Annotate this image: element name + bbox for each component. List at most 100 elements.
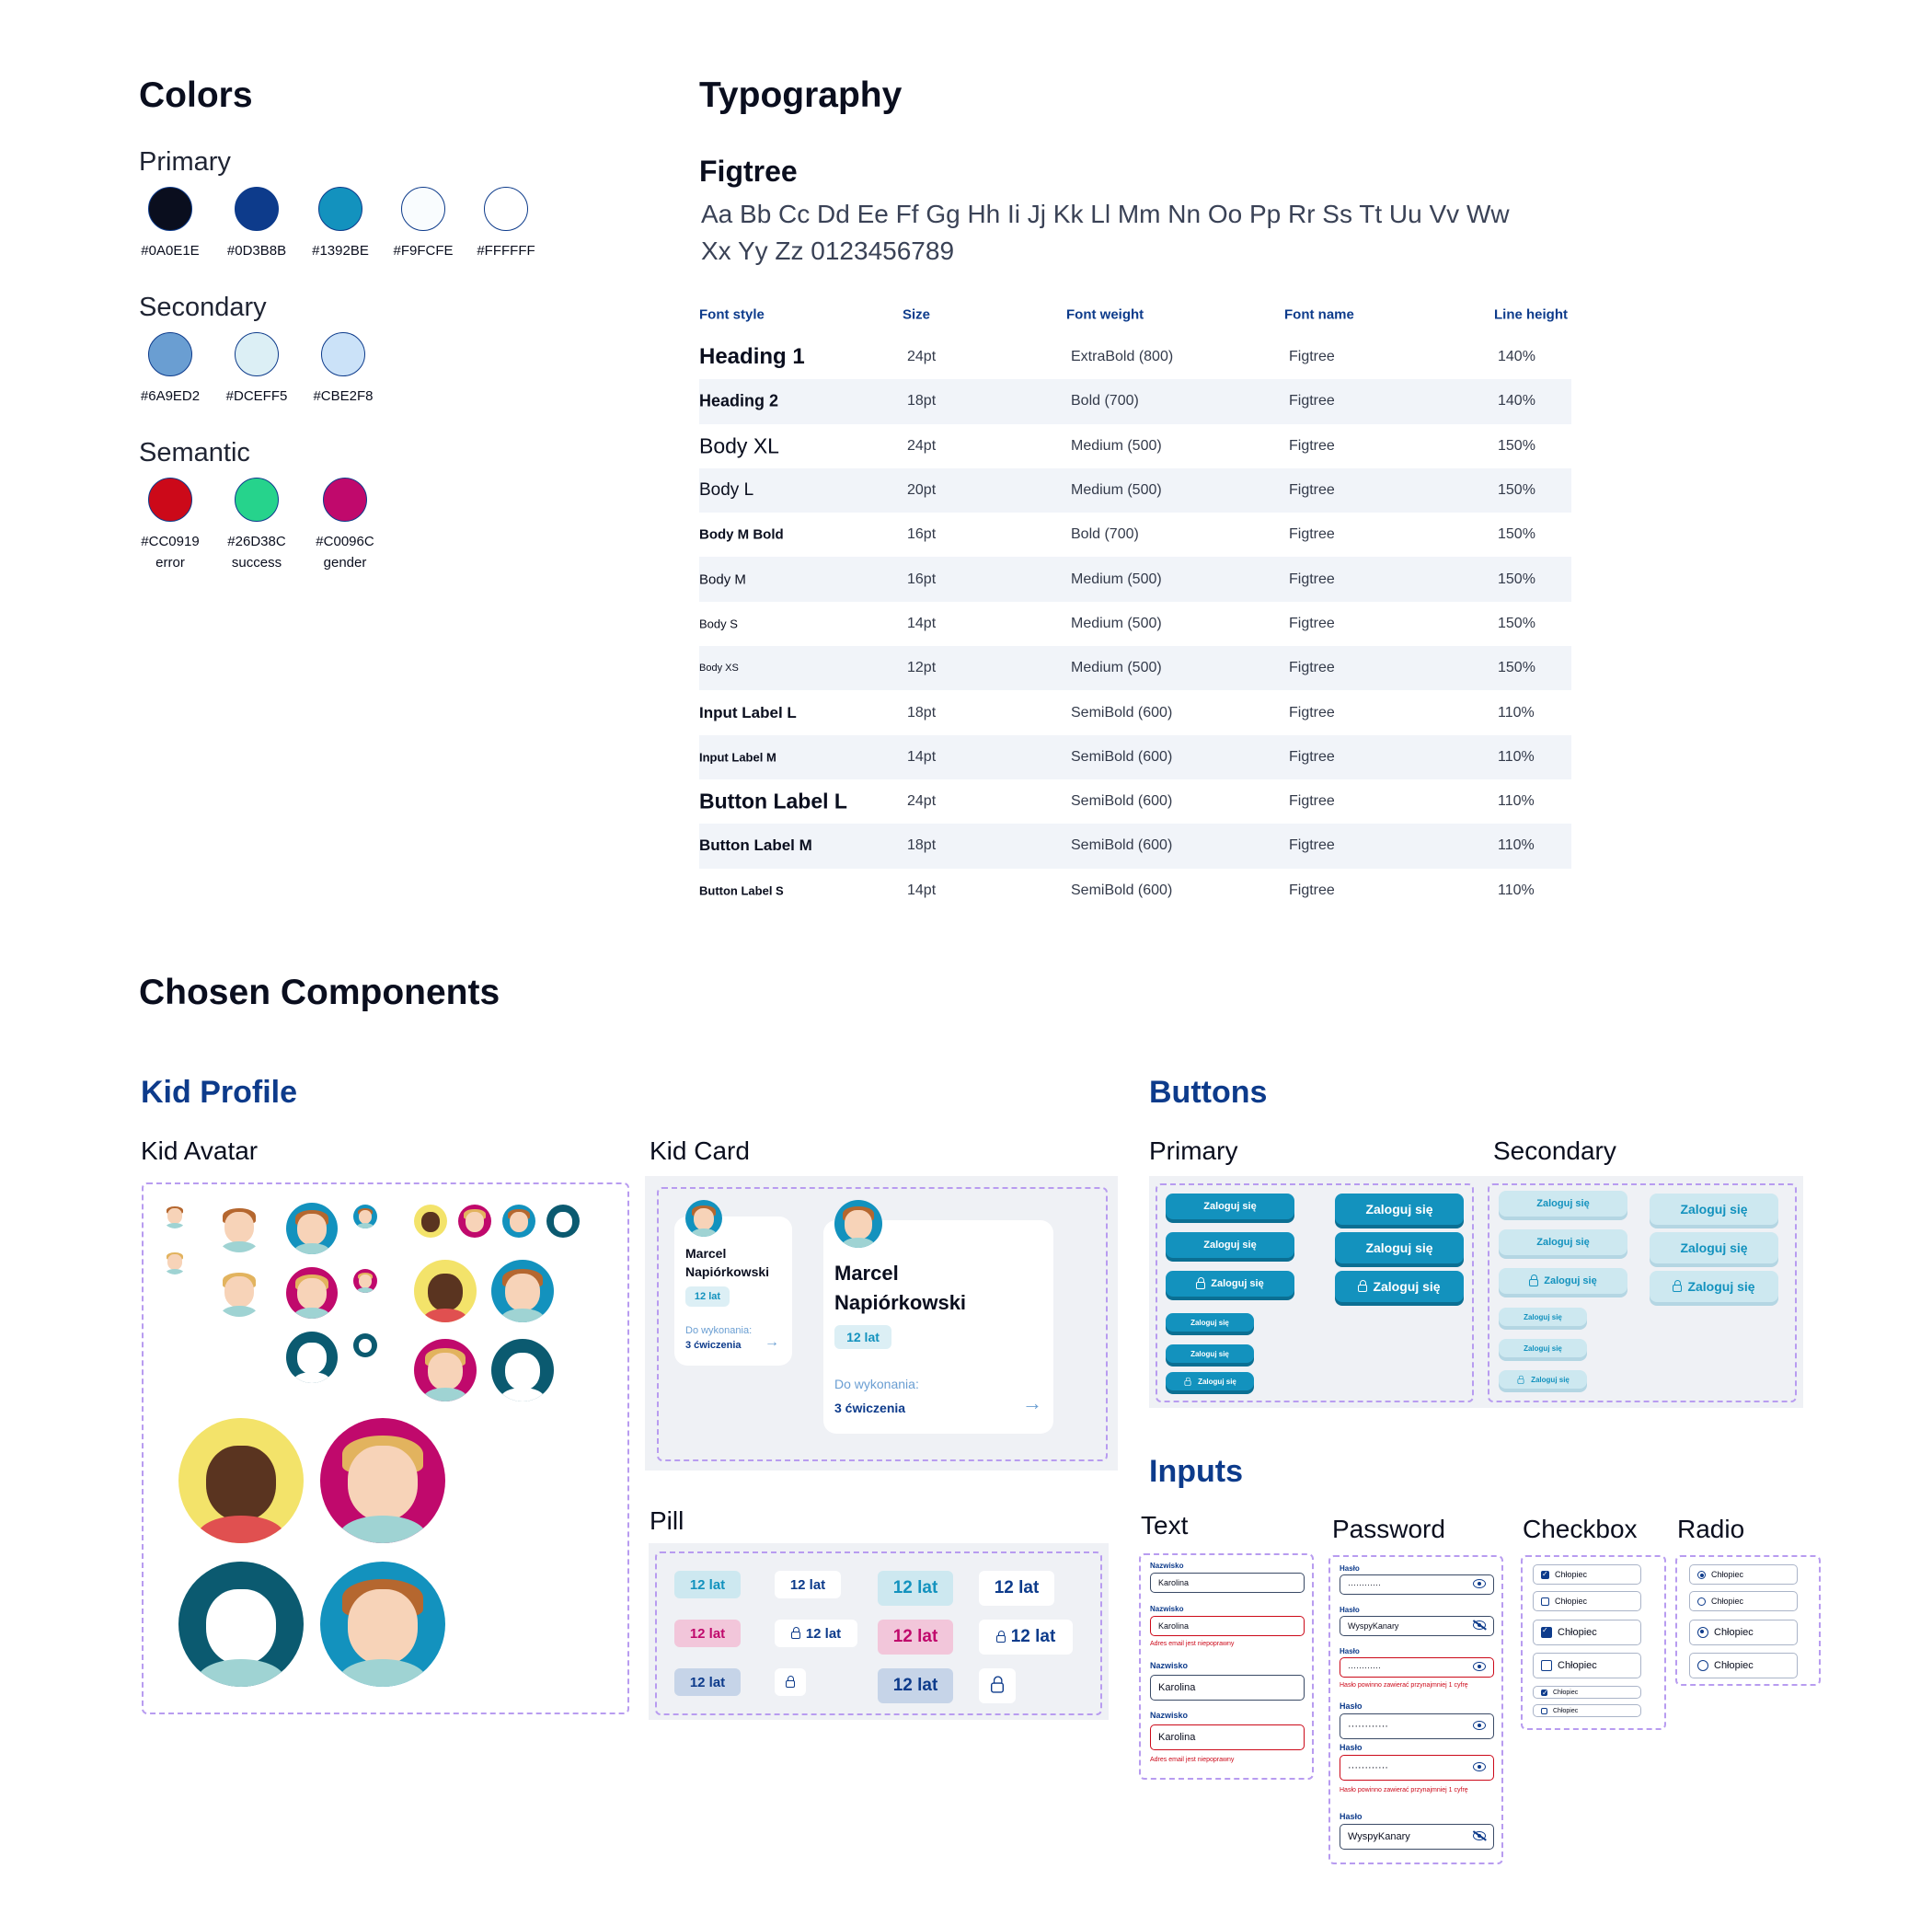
table-row: Body S 14pt Medium (500) Figtree 150% [699, 602, 1571, 646]
weight-cell: Medium (500) [1071, 660, 1162, 676]
weight-cell: SemiBold (600) [1071, 882, 1173, 898]
primary-buttons-title: Primary [1149, 1136, 1238, 1165]
secondary-login-button-large[interactable]: Zaloguj się [1650, 1232, 1778, 1263]
arrow-right-icon[interactable]: → [1022, 1391, 1042, 1415]
lh-cell: 150% [1498, 615, 1535, 631]
radio-dot [1697, 1660, 1708, 1671]
secondary-login-button-small-locked[interactable]: Zaloguj się [1499, 1370, 1587, 1389]
checkbox-box [1541, 1626, 1552, 1638]
login-button-small-locked[interactable]: Zaloguj się [1166, 1372, 1254, 1390]
radio-unselected[interactable]: Chłopiec [1689, 1591, 1798, 1611]
col-header: Font weight [1066, 306, 1144, 323]
font-cell: Figtree [1289, 704, 1335, 721]
color-swatch [318, 187, 362, 231]
password-input-large[interactable]: ············ [1340, 1713, 1494, 1739]
login-button-large[interactable]: Zaloguj się [1335, 1194, 1464, 1225]
secondary-login-button[interactable]: Zaloguj się [1499, 1229, 1627, 1255]
color-hex: #CC0919 [141, 534, 200, 549]
eye-icon[interactable] [1473, 1721, 1486, 1730]
pill-label: 12 lat [1010, 1627, 1056, 1646]
eye-off-icon[interactable] [1473, 1620, 1486, 1630]
table-row: Body L 20pt Medium (500) Figtree 150% [699, 467, 1571, 513]
secondary-login-button-small[interactable]: Zaloguj się [1499, 1339, 1587, 1357]
pill-pink-large: 12 lat [878, 1620, 953, 1655]
lastname-input-large[interactable]: Karolina [1150, 1675, 1305, 1701]
radio-selected[interactable]: Chłopiec [1689, 1564, 1798, 1585]
login-button-large[interactable]: Zaloguj się [1335, 1232, 1464, 1263]
font-name: Figtree [699, 155, 798, 188]
kid-card-small[interactable]: Marcel Napiórkowski 12 lat Do wykonania:… [674, 1200, 792, 1366]
lastname-input-large-error[interactable]: Karolina [1150, 1724, 1305, 1750]
radio-dot [1697, 1597, 1706, 1606]
font-cell: Figtree [1289, 571, 1335, 587]
field-label: Nazwisko [1150, 1661, 1189, 1670]
size-cell: 18pt [907, 393, 937, 409]
eye-icon[interactable] [1473, 1762, 1486, 1771]
typography-title: Typography [699, 75, 903, 115]
lh-cell: 140% [1498, 393, 1535, 409]
login-button[interactable]: Zaloguj się [1166, 1194, 1294, 1219]
color-swatch [148, 332, 192, 376]
semantic-colors-label: Semantic [139, 438, 250, 467]
login-button-large-locked[interactable]: Zaloguj się [1335, 1271, 1464, 1302]
color-swatch [323, 478, 367, 522]
secondary-login-button-small[interactable]: Zaloguj się [1499, 1308, 1587, 1326]
color-swatch [484, 187, 528, 231]
password-input-large-visible[interactable]: WyspyKanary [1340, 1824, 1494, 1850]
checkbox-checked[interactable]: Chłopiec [1533, 1564, 1641, 1585]
style-cell: Input Label M [699, 750, 776, 765]
password-input-large-error[interactable]: ············ [1340, 1755, 1494, 1781]
color-swatch [235, 187, 279, 231]
secondary-login-button[interactable]: Zaloguj się [1499, 1191, 1627, 1217]
checkbox-unchecked-small[interactable]: Chłopiec [1533, 1704, 1641, 1717]
eye-icon[interactable] [1473, 1579, 1486, 1588]
secondary-login-button-large[interactable]: Zaloguj się [1650, 1194, 1778, 1225]
todo-label: Do wykonania: [834, 1377, 919, 1391]
style-cell: Body M Bold [699, 526, 784, 543]
login-button-small[interactable]: Zaloguj się [1166, 1313, 1254, 1332]
checkbox-checked-small[interactable]: Chłopiec [1533, 1686, 1641, 1699]
size-cell: 18pt [907, 837, 937, 854]
color-hex: #FFFFFF [477, 243, 535, 259]
password-value: ············ [1348, 1721, 1388, 1732]
button-label: Zaloguj się [1211, 1278, 1264, 1289]
arrow-right-icon[interactable]: → [765, 1334, 779, 1351]
pill-locked-large: 12 lat [979, 1620, 1073, 1655]
radio-unselected-large[interactable]: Chłopiec [1689, 1653, 1798, 1678]
password-input-visible[interactable]: WyspyKanary [1340, 1616, 1494, 1636]
table-row: Button Label L 24pt SemiBold (600) Figtr… [699, 779, 1571, 824]
checkbox-label: Chłopiec [1555, 1597, 1588, 1606]
secondary-login-button-locked[interactable]: Zaloguj się [1499, 1268, 1627, 1294]
secondary-login-button-large-locked[interactable]: Zaloguj się [1650, 1271, 1778, 1302]
kid-card-large[interactable]: Marcel Napiórkowski 12 lat Do wykonania:… [823, 1200, 1053, 1434]
size-cell: 16pt [907, 571, 937, 587]
login-button-locked[interactable]: Zaloguj się [1166, 1271, 1294, 1297]
password-input[interactable]: ············ [1340, 1574, 1494, 1595]
eye-icon[interactable] [1473, 1662, 1486, 1671]
eye-off-icon[interactable] [1473, 1831, 1486, 1840]
color-swatch [321, 332, 365, 376]
lastname-input[interactable]: Karolina [1150, 1573, 1305, 1593]
avatar [414, 1339, 477, 1401]
password-input-error[interactable]: ············ [1340, 1657, 1494, 1678]
checkbox-box [1541, 1570, 1549, 1579]
error-message: Adres email jest niepoprawny [1150, 1641, 1235, 1647]
radio-selected-large[interactable]: Chłopiec [1689, 1620, 1798, 1645]
login-button-small[interactable]: Zaloguj się [1166, 1344, 1254, 1363]
lastname-input-error[interactable]: Karolina [1150, 1616, 1305, 1636]
secondary-colors-label: Secondary [139, 293, 267, 322]
lock-icon [1517, 1375, 1524, 1384]
button-label: Zaloguj się [1198, 1377, 1236, 1386]
table-row: Body M 16pt Medium (500) Figtree 150% [699, 557, 1571, 602]
font-cell: Figtree [1289, 437, 1335, 454]
checkbox-unchecked-large[interactable]: Chłopiec [1533, 1653, 1641, 1678]
weight-cell: SemiBold (600) [1071, 837, 1173, 854]
avatar [213, 1201, 265, 1252]
login-button[interactable]: Zaloguj się [1166, 1232, 1294, 1258]
lock-icon [1358, 1279, 1368, 1292]
checkbox-unchecked[interactable]: Chłopiec [1533, 1591, 1641, 1611]
font-cell: Figtree [1289, 660, 1335, 676]
checkbox-checked-large[interactable]: Chłopiec [1533, 1620, 1641, 1645]
lh-cell: 110% [1498, 882, 1535, 898]
size-cell: 14pt [907, 882, 937, 898]
